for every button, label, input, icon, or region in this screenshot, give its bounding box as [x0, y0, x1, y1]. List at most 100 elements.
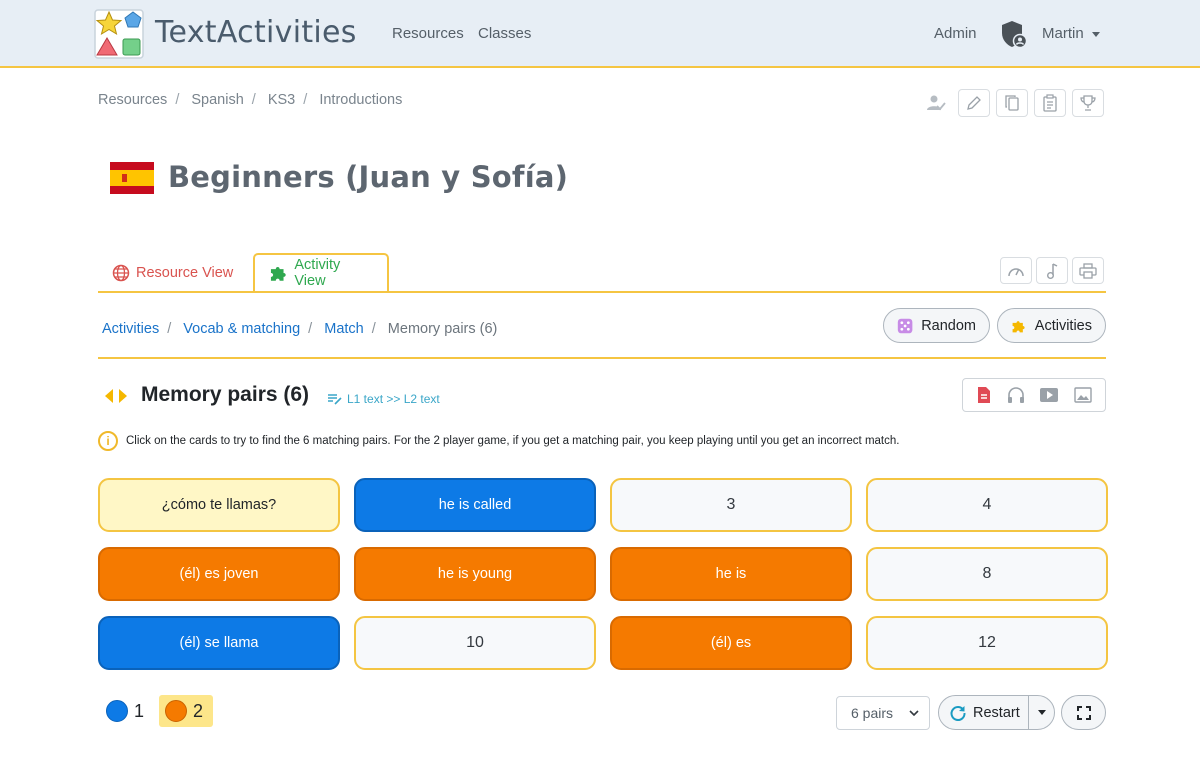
- music-note-icon: [1047, 262, 1058, 279]
- textactivities-logo[interactable]: [93, 8, 145, 60]
- headphones-icon[interactable]: [1007, 386, 1025, 404]
- speedometer-icon: [1008, 267, 1024, 276]
- user-name: Martin: [1042, 25, 1084, 42]
- page-title: Beginners (Juan y Sofía): [168, 160, 569, 194]
- music-button[interactable]: [1036, 257, 1068, 284]
- breadcrumb-item[interactable]: Spanish: [191, 92, 243, 108]
- restart-icon: [950, 705, 966, 721]
- activity-breadcrumb-link[interactable]: Match: [324, 321, 364, 337]
- user-check-icon: [927, 95, 946, 111]
- activity-title: Memory pairs (6): [141, 383, 310, 406]
- player-1-number: 1: [134, 700, 145, 721]
- player-2-score[interactable]: 2: [159, 695, 213, 727]
- random-label: Random: [921, 317, 976, 334]
- caret-down-icon: [1037, 710, 1046, 715]
- memory-card[interactable]: he is called: [354, 478, 596, 532]
- player-2-dot: [165, 700, 187, 722]
- activity-breadcrumb: Activities / Vocab & matching / Match / Mem…: [102, 321, 498, 337]
- instructions: i Click on the cards to try to find the …: [98, 431, 899, 451]
- trophy-button[interactable]: [1072, 89, 1104, 117]
- caret-down-icon: [1091, 31, 1100, 37]
- card-text: 8: [982, 565, 992, 582]
- section-divider: [98, 357, 1106, 359]
- fullscreen-button[interactable]: [1061, 695, 1106, 730]
- print-button[interactable]: [1072, 257, 1104, 284]
- globe-icon: [112, 264, 130, 282]
- pairs-select[interactable]: 6 pairs: [836, 696, 930, 730]
- restart-dropdown-toggle[interactable]: [1028, 696, 1054, 729]
- memory-card[interactable]: (él) es joven: [98, 547, 340, 601]
- memory-card[interactable]: 10: [354, 616, 596, 670]
- card-text: he is: [715, 566, 747, 582]
- puzzle-piece-icon: [270, 266, 286, 281]
- tab-resource-view[interactable]: Resource View: [98, 253, 247, 293]
- edit-button[interactable]: [958, 89, 990, 117]
- activities-button[interactable]: Activities: [997, 308, 1106, 343]
- dice-icon: [897, 318, 913, 333]
- activity-subtype-label: L1 text >> L2 text: [347, 392, 440, 406]
- fullscreen-icon: [1076, 705, 1091, 720]
- user-shield-icon[interactable]: [1000, 19, 1028, 49]
- nav-resources[interactable]: Resources: [392, 25, 464, 42]
- pairs-select-value: 6 pairs: [851, 705, 894, 721]
- activity-breadcrumb-link[interactable]: Vocab & matching: [183, 321, 300, 337]
- card-text: (él) es: [710, 635, 752, 651]
- card-text: ¿cómo te llamas?: [161, 497, 277, 513]
- memory-card[interactable]: he is young: [354, 547, 596, 601]
- user-menu[interactable]: Martin: [1042, 25, 1100, 42]
- media-toolbar: [962, 378, 1106, 412]
- chevron-down-icon: [909, 710, 919, 716]
- activity-subtype[interactable]: L1 text >> L2 text: [327, 392, 440, 406]
- spain-flag-icon: [110, 162, 154, 194]
- activity-breadcrumb-current: Memory pairs (6): [387, 321, 498, 337]
- document-icon[interactable]: [976, 386, 992, 404]
- card-text: he is called: [438, 497, 512, 513]
- card-text: (él) se llama: [179, 635, 259, 651]
- speed-button[interactable]: [1000, 257, 1032, 284]
- memory-card[interactable]: 12: [866, 616, 1108, 670]
- memory-card[interactable]: he is: [610, 547, 852, 601]
- card-text: 3: [726, 496, 736, 513]
- top-navbar: TextActivities Resources Classes Admin M…: [0, 0, 1200, 68]
- image-icon[interactable]: [1074, 387, 1092, 403]
- memory-card[interactable]: ¿cómo te llamas?: [98, 478, 340, 532]
- nav-admin[interactable]: Admin: [934, 25, 977, 42]
- trophy-icon: [1080, 95, 1096, 111]
- puzzle-piece-icon: [1012, 320, 1025, 332]
- restart-label: Restart: [973, 704, 1020, 721]
- pencil-icon: [967, 96, 981, 110]
- restart-button-group: Restart: [938, 695, 1055, 730]
- copy-icon: [1005, 95, 1019, 111]
- memory-card[interactable]: (él) se llama: [98, 616, 340, 670]
- random-button[interactable]: Random: [883, 308, 990, 343]
- card-text: 12: [978, 634, 996, 651]
- nav-classes[interactable]: Classes: [478, 25, 531, 42]
- assign-button[interactable]: [920, 89, 952, 117]
- copy-button[interactable]: [996, 89, 1028, 117]
- clipboard-button[interactable]: [1034, 89, 1066, 117]
- breadcrumb-item[interactable]: Resources: [98, 92, 167, 108]
- brand-name[interactable]: TextActivities: [155, 15, 357, 50]
- video-play-icon[interactable]: [1039, 387, 1059, 403]
- activities-label: Activities: [1034, 317, 1092, 334]
- card-text: he is young: [437, 566, 513, 582]
- memory-card[interactable]: 8: [866, 547, 1108, 601]
- memory-card[interactable]: 4: [866, 478, 1108, 532]
- resource-toolbar: [920, 89, 1104, 117]
- left-right-arrows-icon[interactable]: [104, 388, 128, 404]
- player-1-dot: [106, 700, 128, 722]
- breadcrumb-item[interactable]: KS3: [268, 92, 295, 108]
- player-1-score[interactable]: 1: [100, 695, 150, 727]
- memory-card[interactable]: (él) es: [610, 616, 852, 670]
- tab-activity-view[interactable]: Activity View: [253, 253, 389, 293]
- player-2-number: 2: [193, 700, 204, 721]
- breadcrumb-item[interactable]: Introductions: [319, 92, 402, 108]
- memory-card[interactable]: 3: [610, 478, 852, 532]
- breadcrumb: Resources / Spanish / KS3/ Introductions: [98, 92, 403, 108]
- tab-resource-label: Resource View: [136, 265, 234, 281]
- clipboard-icon: [1043, 94, 1057, 112]
- activity-breadcrumb-link[interactable]: Activities: [102, 321, 159, 337]
- restart-button[interactable]: Restart: [939, 696, 1028, 729]
- printer-icon: [1079, 262, 1097, 279]
- card-text: 10: [466, 634, 484, 651]
